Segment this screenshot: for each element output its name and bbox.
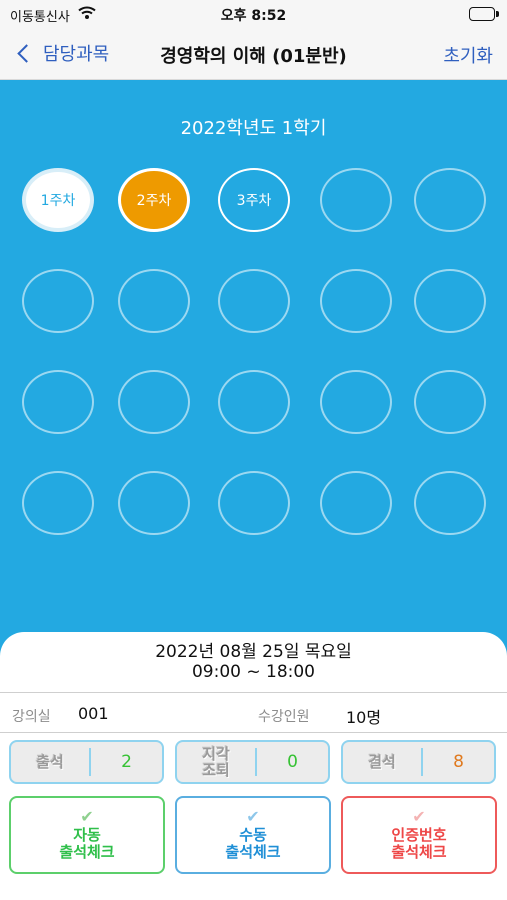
- code-attendance-line1: 인증번호: [391, 826, 447, 844]
- code-attendance-button[interactable]: ✔ 인증번호 출석체크: [341, 796, 497, 874]
- session-time: 09:00 ~ 18:00: [191, 662, 316, 682]
- attend-count: 2: [121, 752, 132, 772]
- week-slot-empty: [22, 370, 94, 434]
- week-board: 2022학년도 1학기 1주차 2주차 3주차: [0, 80, 507, 660]
- semester-title: 2022학년도 1학기: [180, 118, 327, 139]
- absent-stat: 결석 8: [341, 740, 496, 784]
- divider: [0, 732, 507, 733]
- week-slot-empty: [22, 471, 94, 535]
- battery-icon: [469, 7, 499, 21]
- checkmark-icon: ✔: [246, 807, 260, 826]
- divider: [0, 692, 507, 693]
- enrolled-value: 10명: [346, 708, 382, 727]
- manual-attendance-button[interactable]: ✔ 수동 출석체크: [175, 796, 331, 874]
- late-label-line2: 조퇴: [202, 761, 230, 779]
- auto-attendance-line1: 자동: [73, 826, 101, 844]
- clock: 오후 8:52: [220, 8, 287, 24]
- chevron-left-icon: [17, 43, 36, 63]
- absent-label: 결석: [368, 753, 396, 771]
- late-label: 지각 조퇴: [177, 746, 255, 778]
- checkmark-icon: ✔: [412, 807, 426, 826]
- auto-attendance-line2: 출석체크: [59, 843, 115, 861]
- code-attendance-line2: 출석체크: [391, 843, 447, 861]
- back-button[interactable]: 담당과목: [14, 40, 109, 66]
- absent-count: 8: [453, 752, 464, 772]
- week-slot-empty: [22, 269, 94, 333]
- room-value: 001: [78, 704, 109, 723]
- late-stat: 지각 조퇴 0: [175, 740, 330, 784]
- manual-attendance-line1: 수동: [239, 826, 267, 844]
- back-label: 담당과목: [43, 44, 110, 65]
- week-slot-empty: [218, 370, 290, 434]
- checkmark-icon: ✔: [80, 807, 94, 826]
- attend-stat: 출석 2: [9, 740, 164, 784]
- attend-label: 출석: [36, 753, 64, 771]
- week-label: 2주차: [136, 193, 172, 209]
- week-button-1[interactable]: 1주차: [22, 168, 94, 232]
- auto-attendance-button[interactable]: ✔ 자동 출석체크: [9, 796, 165, 874]
- session-date: 2022년 08월 25일 목요일: [155, 642, 352, 662]
- reset-button[interactable]: 초기화: [443, 42, 493, 68]
- week-button-2[interactable]: 2주차: [118, 168, 190, 232]
- week-slot-empty: [118, 269, 190, 333]
- week-slot-empty: [218, 471, 290, 535]
- week-slot-empty: [320, 168, 392, 232]
- enrolled-label: 수강인원: [258, 709, 310, 725]
- week-slot-empty: [414, 370, 486, 434]
- week-slot-empty: [118, 370, 190, 434]
- week-slot-empty: [218, 269, 290, 333]
- navigation-bar: 담당과목 경영학의 이해 (01분반) 초기화: [0, 30, 507, 80]
- week-slot-empty: [118, 471, 190, 535]
- week-button-3[interactable]: 3주차: [218, 168, 290, 232]
- week-slot-empty: [320, 471, 392, 535]
- status-bar: 이동통신사 오후 8:52: [0, 0, 507, 30]
- week-slot-empty: [320, 269, 392, 333]
- late-count: 0: [287, 752, 298, 772]
- week-label: 3주차: [236, 193, 272, 209]
- week-slot-empty: [414, 471, 486, 535]
- week-slot-empty: [414, 269, 486, 333]
- week-slot-empty: [414, 168, 486, 232]
- room-label: 강의실: [12, 709, 51, 725]
- session-panel: 2022년 08월 25일 목요일 09:00 ~ 18:00 강의실 001 …: [0, 632, 507, 900]
- week-label: 1주차: [40, 193, 76, 209]
- week-slot-empty: [320, 370, 392, 434]
- manual-attendance-line2: 출석체크: [225, 843, 281, 861]
